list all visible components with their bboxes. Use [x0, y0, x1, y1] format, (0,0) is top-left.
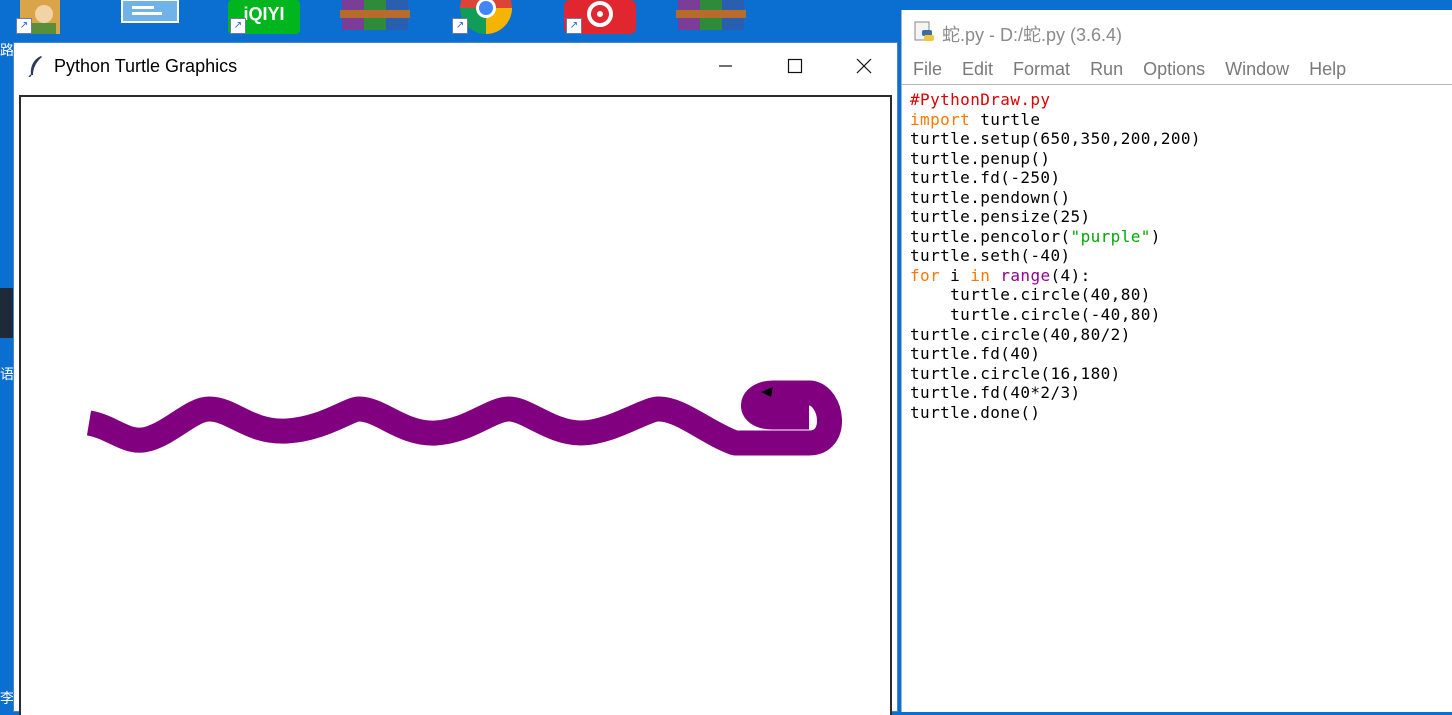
- code-token: turtle.circle(-40,80): [910, 305, 1161, 325]
- feather-icon: [28, 56, 42, 77]
- python-file-icon: [914, 21, 934, 41]
- code-token: i: [940, 265, 971, 285]
- code-token: turtle.circle(40,80/2): [910, 324, 1131, 344]
- code-token: range: [1000, 265, 1051, 285]
- shortcut-arrow-icon: ↗: [452, 18, 468, 34]
- code-token: turtle.penup(): [910, 148, 1051, 168]
- code-line: turtle.circle(40,80/2): [910, 325, 1452, 345]
- desktop-label-fragment: 路: [0, 42, 14, 58]
- code-token: (4):: [1050, 265, 1091, 285]
- winrar-icon[interactable]: [340, 0, 410, 34]
- shortcut-arrow-icon: ↗: [16, 18, 32, 34]
- code-editor[interactable]: #PythonDraw.py import turtle turtle.setup(…: [910, 90, 1452, 712]
- menu-help[interactable]: Help: [1299, 59, 1356, 80]
- code-token: turtle.circle(16,180): [910, 363, 1121, 383]
- turtle-canvas[interactable]: [19, 95, 892, 715]
- snake-drawing: [86, 380, 842, 456]
- shortcut-arrow-icon: ↗: [566, 18, 582, 34]
- code-line: turtle.fd(40): [910, 344, 1452, 364]
- winrar-icon[interactable]: [676, 0, 746, 34]
- code-token: turtle.circle(40,80): [910, 285, 1151, 305]
- code-line: turtle.done(): [910, 403, 1452, 423]
- minimize-button[interactable]: [690, 43, 760, 89]
- window-title: 蛇.py - D:/蛇.py (3.6.4): [942, 25, 1123, 45]
- turtle-drawing: [86, 380, 842, 456]
- code-token: turtle.setup(650,350,200,200): [910, 129, 1201, 149]
- shortcut-arrow-icon: ↗: [230, 18, 246, 34]
- code-line: import turtle: [910, 110, 1452, 130]
- close-icon: [856, 58, 872, 74]
- code-line: turtle.seth(-40): [910, 246, 1452, 266]
- code-line: turtle.circle(-40,80): [910, 305, 1452, 325]
- desktop-icon-strip: ↗ iQIYI ↗ ↗ ↗: [0, 0, 900, 44]
- code-token: ): [1150, 226, 1161, 246]
- desktop-icon-fragment: [0, 288, 14, 338]
- menu-run[interactable]: Run: [1080, 59, 1133, 80]
- code-line: turtle.fd(-250): [910, 168, 1452, 188]
- chrome-icon[interactable]: ↗: [450, 0, 522, 34]
- code-line: turtle.pensize(25): [910, 207, 1452, 227]
- turtle-graphics-window: Python Turtle Graphics: [13, 42, 898, 715]
- idle-editor-window: 蛇.py - D:/蛇.py (3.6.4) File Edit Format …: [901, 10, 1452, 712]
- code-line: turtle.setup(650,350,200,200): [910, 129, 1452, 149]
- code-line: turtle.penup(): [910, 149, 1452, 169]
- code-token: "purple": [1070, 226, 1151, 246]
- code-token: import: [910, 109, 971, 129]
- code-token: turtle: [970, 109, 1041, 129]
- code-token: turtle.pensize(25): [910, 207, 1091, 227]
- code-token: turtle.seth(-40): [910, 246, 1071, 266]
- code-line: for i in range(4):: [910, 266, 1452, 286]
- maximize-icon: [787, 58, 803, 74]
- code-line: turtle.fd(40*2/3): [910, 383, 1452, 403]
- minimize-icon: [719, 65, 732, 67]
- code-token: turtle.pendown(): [910, 187, 1071, 207]
- code-line: turtle.pencolor("purple"): [910, 227, 1452, 247]
- maximize-button[interactable]: [760, 43, 830, 89]
- code-token: turtle.fd(-250): [910, 168, 1061, 188]
- desktop-left-edge: 路 语 李: [0, 42, 14, 712]
- code-token: turtle.fd(40*2/3): [910, 383, 1081, 403]
- code-token: in: [970, 265, 991, 285]
- code-line: turtle.circle(16,180): [910, 364, 1452, 384]
- code-line: turtle.circle(40,80): [910, 285, 1452, 305]
- code-line: #PythonDraw.py: [910, 90, 1452, 110]
- menu-options[interactable]: Options: [1133, 59, 1215, 80]
- menu-file[interactable]: File: [902, 59, 952, 80]
- idle-titlebar[interactable]: 蛇.py - D:/蛇.py (3.6.4): [902, 10, 1452, 54]
- desktop-label-fragment: 语: [0, 366, 14, 382]
- iqiyi-icon[interactable]: iQIYI ↗: [228, 0, 300, 34]
- control-panel-icon[interactable]: [118, 0, 182, 34]
- menu-window[interactable]: Window: [1215, 59, 1299, 80]
- code-line: turtle.pendown(): [910, 188, 1452, 208]
- user-icon[interactable]: ↗: [14, 0, 70, 34]
- window-title: Python Turtle Graphics: [54, 56, 238, 76]
- code-token: #PythonDraw.py: [910, 90, 1051, 109]
- turtle-titlebar[interactable]: Python Turtle Graphics: [14, 43, 897, 89]
- menu-edit[interactable]: Edit: [952, 59, 1003, 80]
- desktop-label-fragment: 李: [0, 690, 14, 706]
- code-token: turtle.done(): [910, 402, 1041, 422]
- code-token: for: [910, 265, 941, 285]
- svg-text:iQIYI: iQIYI: [243, 4, 284, 24]
- netease-music-icon[interactable]: ↗: [564, 0, 636, 34]
- menu-format[interactable]: Format: [1003, 59, 1080, 80]
- close-button[interactable]: [829, 43, 899, 89]
- code-token: turtle.fd(40): [910, 344, 1041, 364]
- menu-bar: File Edit Format Run Options Window Help: [902, 54, 1452, 85]
- code-token: turtle.pencolor(: [910, 226, 1071, 246]
